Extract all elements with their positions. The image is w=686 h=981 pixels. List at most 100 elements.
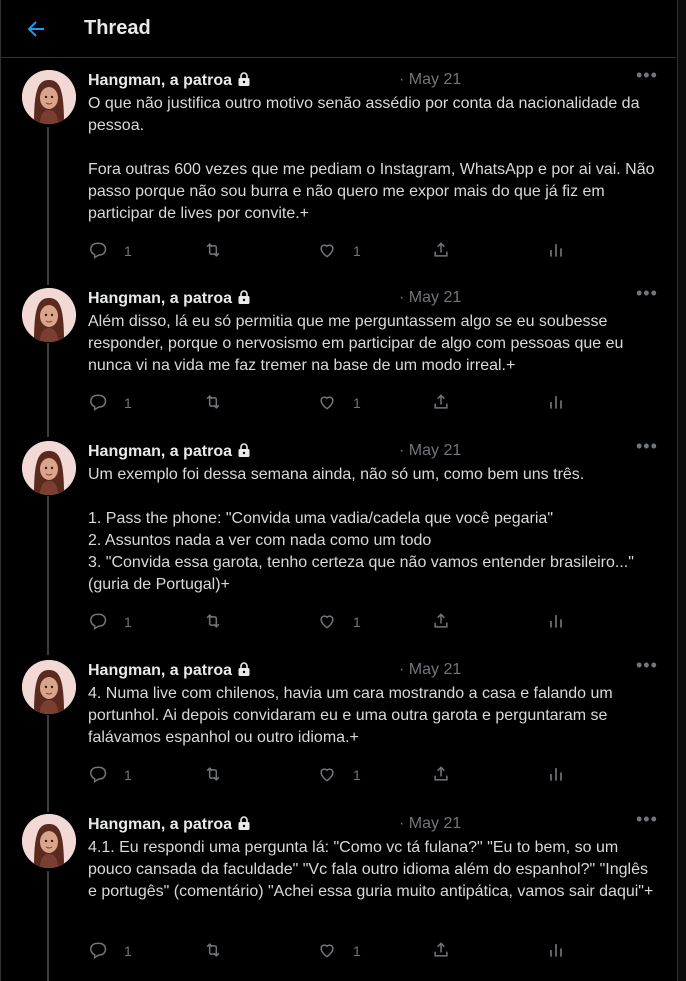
analytics-icon — [546, 240, 566, 263]
tweet[interactable]: Hangman, a patroa · May 21 ••• Um exempl… — [0, 436, 676, 641]
avatar[interactable] — [22, 441, 76, 495]
arrow-left-icon[interactable] — [24, 17, 48, 41]
heart-icon — [317, 240, 337, 263]
heart-icon — [317, 392, 337, 415]
analytics-button[interactable] — [546, 764, 566, 786]
share-button[interactable] — [431, 392, 451, 414]
more-options-icon[interactable]: ••• — [636, 65, 658, 85]
lock-icon — [236, 815, 252, 836]
reply-icon — [88, 240, 108, 263]
scrollbar[interactable] — [678, 0, 686, 981]
like-count: 1 — [353, 395, 361, 411]
author-name[interactable]: Hangman, a patroa — [88, 816, 232, 833]
reply-button[interactable]: 1 — [88, 764, 132, 786]
reply-count: 1 — [124, 395, 132, 411]
analytics-icon — [546, 611, 566, 634]
reply-count: 1 — [124, 243, 132, 259]
like-button[interactable]: 1 — [317, 392, 361, 414]
retweet-icon — [203, 240, 223, 263]
reply-button[interactable]: 1 — [88, 611, 132, 633]
retweet-icon — [203, 940, 223, 963]
more-options-icon[interactable]: ••• — [636, 283, 658, 303]
reply-count: 1 — [124, 614, 132, 630]
avatar[interactable] — [22, 660, 76, 714]
header: Thread — [0, 0, 676, 58]
share-button[interactable] — [431, 240, 451, 262]
analytics-button[interactable] — [546, 240, 566, 262]
avatar[interactable] — [22, 288, 76, 342]
more-options-icon[interactable]: ••• — [636, 655, 658, 675]
share-icon — [431, 240, 451, 263]
lock-icon — [236, 442, 252, 463]
avatar[interactable] — [22, 70, 76, 124]
lock-icon — [236, 289, 252, 310]
tweet-actions: 1 1 — [88, 611, 568, 633]
tweet[interactable]: Hangman, a patroa · May 21 ••• 4. Numa l… — [0, 655, 676, 800]
tweet-text: 4. Numa live com chilenos, havia um cara… — [88, 685, 613, 746]
analytics-icon — [546, 940, 566, 963]
lock-icon — [236, 71, 252, 92]
author-name[interactable]: Hangman, a patroa — [88, 72, 232, 89]
share-button[interactable] — [431, 940, 451, 962]
share-icon — [431, 764, 451, 787]
author-name[interactable]: Hangman, a patroa — [88, 662, 232, 679]
tweet[interactable]: Hangman, a patroa · May 21 ••• Além diss… — [0, 283, 676, 428]
tweet-date[interactable]: · May 21 — [399, 442, 461, 460]
tweet-actions: 1 1 — [88, 940, 568, 962]
tweet-date[interactable]: · May 21 — [399, 71, 461, 89]
tweet[interactable]: Hangman, a patroa · May 21 ••• 4.1. Eu r… — [0, 809, 676, 974]
retweet-icon — [203, 392, 223, 415]
tweet-header: Hangman, a patroa · May 21 ••• — [88, 436, 658, 463]
share-button[interactable] — [431, 764, 451, 786]
tweet-header: Hangman, a patroa · May 21 ••• — [88, 65, 658, 92]
tweet-date[interactable]: · May 21 — [399, 289, 461, 307]
tweet-date[interactable]: · May 21 — [399, 815, 461, 833]
author-name[interactable]: Hangman, a patroa — [88, 290, 232, 307]
reply-icon — [88, 392, 108, 415]
reply-button[interactable]: 1 — [88, 240, 132, 262]
retweet-button[interactable] — [203, 940, 223, 962]
analytics-button[interactable] — [546, 611, 566, 633]
lock-icon — [236, 661, 252, 682]
tweet-text: 4.1. Eu respondi uma pergunta lá: "Como … — [88, 839, 654, 900]
like-button[interactable]: 1 — [317, 240, 361, 262]
tweet-text: Um exemplo foi dessa semana ainda, não s… — [88, 466, 634, 593]
tweet[interactable]: Hangman, a patroa · May 21 ••• O que não… — [0, 65, 676, 270]
reply-count: 1 — [124, 943, 132, 959]
reply-button[interactable]: 1 — [88, 392, 132, 414]
tweet-header: Hangman, a patroa · May 21 ••• — [88, 283, 658, 310]
tweet-header: Hangman, a patroa · May 21 ••• — [88, 655, 658, 682]
retweet-button[interactable] — [203, 240, 223, 262]
tweet-date[interactable]: · May 21 — [399, 661, 461, 679]
more-options-icon[interactable]: ••• — [636, 809, 658, 829]
like-button[interactable]: 1 — [317, 764, 361, 786]
retweet-icon — [203, 764, 223, 787]
analytics-icon — [546, 392, 566, 415]
retweet-button[interactable] — [203, 611, 223, 633]
reply-icon — [88, 611, 108, 634]
like-button[interactable]: 1 — [317, 611, 361, 633]
share-icon — [431, 940, 451, 963]
page-title: Thread — [84, 17, 151, 39]
share-button[interactable] — [431, 611, 451, 633]
avatar[interactable] — [22, 814, 76, 868]
more-options-icon[interactable]: ••• — [636, 436, 658, 456]
like-count: 1 — [353, 614, 361, 630]
heart-icon — [317, 764, 337, 787]
tweet-header: Hangman, a patroa · May 21 ••• — [88, 809, 658, 836]
tweet-actions: 1 1 — [88, 240, 568, 262]
reply-count: 1 — [124, 767, 132, 783]
analytics-button[interactable] — [546, 392, 566, 414]
retweet-button[interactable] — [203, 392, 223, 414]
share-icon — [431, 611, 451, 634]
reply-button[interactable]: 1 — [88, 940, 132, 962]
retweet-icon — [203, 611, 223, 634]
like-button[interactable]: 1 — [317, 940, 361, 962]
reply-icon — [88, 940, 108, 963]
author-name[interactable]: Hangman, a patroa — [88, 443, 232, 460]
analytics-button[interactable] — [546, 940, 566, 962]
tweet-text: Além disso, lá eu só permitia que me per… — [88, 313, 624, 374]
like-count: 1 — [353, 767, 361, 783]
heart-icon — [317, 611, 337, 634]
retweet-button[interactable] — [203, 764, 223, 786]
